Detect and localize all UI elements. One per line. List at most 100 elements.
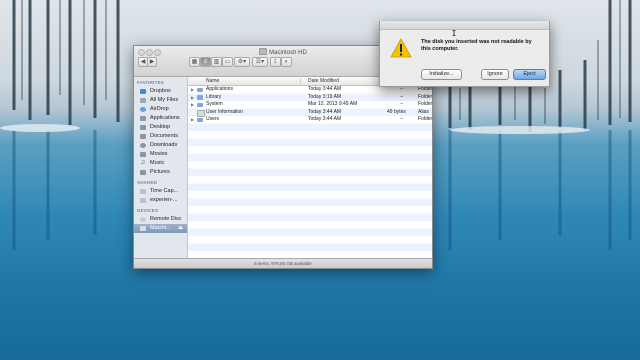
sidebar-item-label: Movies: [150, 151, 168, 157]
mouse-cursor-icon: [452, 30, 456, 36]
finder-sidebar: FAVORITES Dropbox All My Files AirDrop A…: [134, 77, 188, 258]
column-view-button[interactable]: ▥: [211, 57, 222, 67]
sidebar-item-label: Dropbox: [150, 88, 171, 94]
sidebar-item-downloads[interactable]: Downloads: [134, 141, 187, 150]
alert-titlebar: [380, 21, 549, 30]
hard-drive-icon: [140, 226, 146, 231]
eject-button[interactable]: Eject: [513, 69, 546, 80]
movies-icon: [140, 152, 146, 157]
downloads-icon: [140, 143, 146, 148]
table-row[interactable]: User Information Today 3:44 AM 49 bytes …: [188, 109, 432, 117]
all-files-icon: [140, 98, 146, 103]
sidebar-item-label: AirDrop: [150, 106, 169, 112]
sidebar-item-dropbox[interactable]: Dropbox: [134, 87, 187, 96]
sidebar-item-experien[interactable]: experien-...: [134, 196, 187, 205]
sidebar-item-applications[interactable]: Applications: [134, 114, 187, 123]
file-date: Today 3:44 AM: [308, 116, 342, 122]
desktop-icon: [140, 125, 146, 130]
icon-view-button[interactable]: ▦: [189, 57, 200, 67]
sidebar-item-label: Applications: [150, 115, 180, 121]
sidebar-item-documents[interactable]: Documents: [134, 132, 187, 141]
file-size: --: [400, 86, 404, 92]
disclosure-triangle-icon[interactable]: ▶: [191, 86, 194, 94]
sidebar-item-movies[interactable]: Movies: [134, 150, 187, 159]
sidebar-item-label: Macint...: [150, 225, 171, 231]
hard-drive-icon: [259, 48, 268, 55]
file-size: --: [400, 101, 404, 107]
sidebar-item-desktop[interactable]: Desktop: [134, 123, 187, 132]
file-list: Name Date Modified | ▶ Applications Toda…: [188, 77, 432, 258]
table-row[interactable]: ▶ Applications Today 3:44 AM -- Folder: [188, 86, 432, 94]
sidebar-item-label: Downloads: [150, 142, 178, 148]
sidebar-item-label: Remote Disc: [150, 216, 182, 222]
warning-icon: [390, 38, 412, 58]
sidebar-item-time-capsule[interactable]: Time Cap...: [134, 187, 187, 196]
action-menu-button[interactable]: ☰▾: [252, 57, 268, 67]
list-view-button[interactable]: ≡: [200, 57, 211, 67]
applications-icon: [140, 116, 146, 121]
file-kind: Alias: [418, 108, 429, 115]
status-text: 5 items, 979.06 GB available: [254, 261, 312, 266]
favorites-header: FAVORITES: [137, 80, 164, 85]
sidebar-item-label: Pictures: [150, 169, 170, 175]
file-name: System: [206, 101, 223, 107]
sidebar-item-label: Desktop: [150, 124, 171, 130]
file-date: Today 3:44 AM: [308, 108, 342, 115]
time-capsule-icon: [140, 189, 146, 194]
initialize-button[interactable]: Initialize...: [421, 69, 462, 80]
file-name: User Information: [206, 108, 243, 115]
alert-message: The disk you inserted was not readable b…: [421, 39, 532, 52]
file-name: Library: [206, 93, 222, 100]
ignore-button[interactable]: Ignore: [481, 69, 509, 80]
file-kind: Folder: [418, 101, 432, 107]
file-size: --: [400, 116, 404, 122]
devices-header: DEVICES: [137, 208, 159, 213]
folder-icon: [197, 87, 203, 92]
file-rows: ▶ Applications Today 3:44 AM -- Folder ▶…: [188, 86, 432, 258]
file-kind: Folder: [418, 86, 432, 92]
date-column-header[interactable]: Date Modified: [308, 77, 339, 85]
file-kind: Folder: [418, 116, 432, 122]
cover-flow-button[interactable]: ▭: [222, 57, 233, 67]
remote-disc-icon: [140, 217, 146, 222]
sidebar-item-all-my-files[interactable]: All My Files: [134, 96, 187, 105]
file-date: Mar 12, 2013 9:49 AM: [308, 101, 358, 107]
window-title-text: Macintosh HD: [269, 50, 307, 56]
forward-button[interactable]: ▶: [147, 57, 157, 67]
disk-error-alert[interactable]: The disk you inserted was not readable b…: [379, 21, 550, 87]
status-bar: 5 items, 979.06 GB available: [134, 258, 432, 268]
computer-icon: [140, 198, 146, 203]
folder-icon: [197, 95, 203, 100]
documents-icon: [140, 134, 146, 139]
sidebar-item-label: Music: [150, 160, 165, 166]
sidebar-item-label: Time Cap...: [150, 188, 179, 194]
file-size: --: [400, 93, 404, 100]
folder-icon: [197, 102, 203, 107]
shared-header: SHARED: [137, 180, 158, 185]
file-name: Applications: [206, 86, 233, 92]
sidebar-item-pictures[interactable]: Pictures: [134, 168, 187, 177]
sidebar-item-music[interactable]: ♫ Music: [134, 159, 187, 168]
column-divider: |: [300, 78, 302, 84]
sidebar-item-label: Documents: [150, 133, 178, 139]
tags-button[interactable]: ◐: [281, 57, 292, 67]
disclosure-triangle-icon[interactable]: ▶: [191, 94, 194, 102]
file-date: Today 3:44 AM: [308, 86, 342, 92]
sidebar-item-macintosh-hd[interactable]: Macint... ⏏: [134, 224, 187, 233]
disclosure-triangle-icon[interactable]: ▶: [191, 101, 194, 109]
share-button[interactable]: ⇪: [270, 57, 281, 67]
file-date: Today 3:19 AM: [308, 93, 342, 100]
airdrop-icon: [140, 107, 146, 112]
sidebar-item-label: experien-...: [150, 197, 178, 203]
file-size: 49 bytes: [387, 108, 406, 115]
disclosure-triangle-icon[interactable]: ▶: [191, 116, 194, 124]
eject-icon[interactable]: ⏏: [178, 224, 183, 233]
table-row[interactable]: ▶ Library Today 3:19 AM -- Folder: [188, 94, 432, 102]
sidebar-item-remote-disc[interactable]: Remote Disc: [134, 215, 187, 224]
sidebar-item-airdrop[interactable]: AirDrop: [134, 105, 187, 114]
table-row[interactable]: ▶ Users Today 3:44 AM -- Folder: [188, 116, 432, 124]
arrange-menu-button[interactable]: ⚙▾: [234, 57, 250, 67]
table-row[interactable]: ▶ System Mar 12, 2013 9:49 AM -- Folder: [188, 101, 432, 109]
name-column-header[interactable]: Name: [206, 77, 219, 85]
sidebar-item-label: All My Files: [150, 97, 179, 103]
